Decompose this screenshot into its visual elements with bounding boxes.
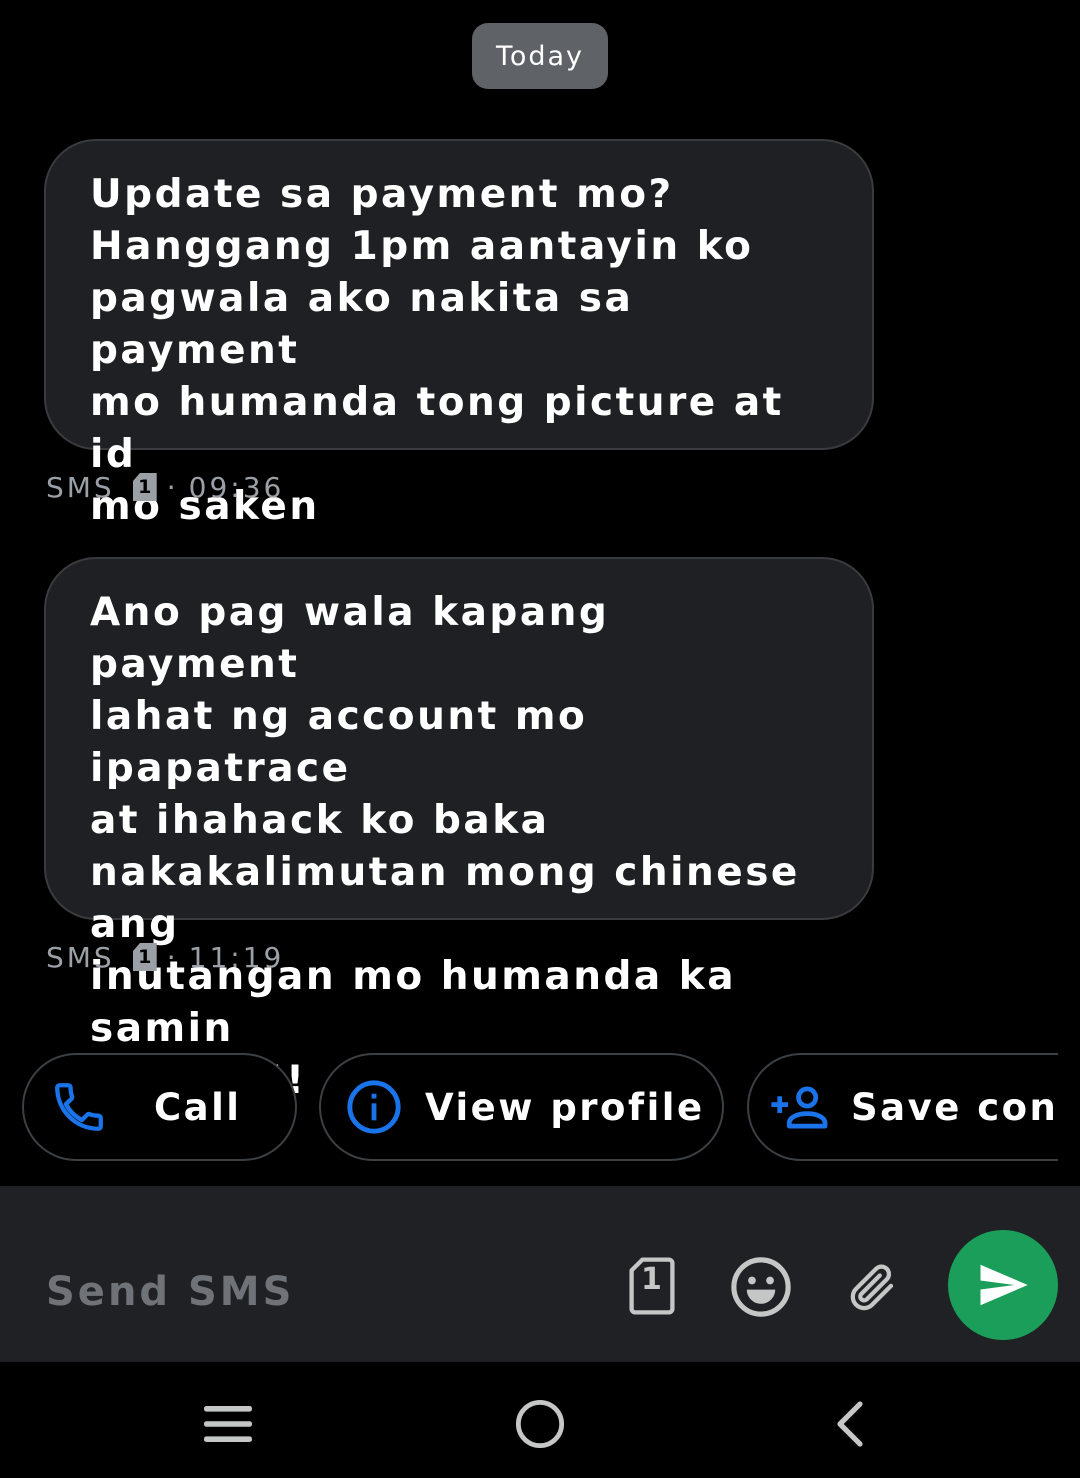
date-divider: Today: [472, 23, 608, 89]
message-bubble[interactable]: Ano pag wala kapang payment lahat ng acc…: [44, 557, 874, 1103]
sim-select-button[interactable]: 1: [622, 1254, 682, 1318]
message-time: 11:19: [188, 940, 285, 974]
message-meta: SMS 1 · 11:19: [46, 937, 284, 977]
emoji-button[interactable]: [728, 1254, 794, 1320]
message-bubble[interactable]: Update sa payment mo? Hanggang 1pm aanta…: [44, 139, 874, 529]
message-type: SMS: [46, 940, 115, 974]
view-profile-button[interactable]: View profile: [319, 1053, 724, 1161]
sim-card-icon: 1: [132, 943, 157, 971]
system-navigation-bar: [0, 1362, 1080, 1478]
save-contact-button[interactable]: Save contact: [747, 1053, 1058, 1161]
suggestion-chips: Call View profile Save contact: [0, 1053, 1058, 1165]
sim-number: 1: [641, 1262, 662, 1297]
back-icon: [837, 1401, 863, 1447]
recents-button[interactable]: [196, 1392, 260, 1456]
message-time: 09:36: [188, 470, 285, 504]
send-icon: [980, 1264, 1028, 1306]
view-profile-label: View profile: [425, 1085, 705, 1129]
call-button[interactable]: Call: [22, 1053, 297, 1161]
back-button[interactable]: [818, 1392, 882, 1456]
meta-separator: ·: [166, 940, 179, 974]
add-person-icon: [771, 1086, 828, 1129]
attach-button[interactable]: [842, 1254, 904, 1320]
send-button[interactable]: [948, 1230, 1058, 1340]
emoji-icon: [731, 1257, 791, 1317]
recents-icon: [204, 1406, 252, 1442]
home-button[interactable]: [508, 1392, 572, 1456]
home-icon: [515, 1399, 565, 1449]
sms-input[interactable]: [46, 1264, 586, 1320]
call-label: Call: [154, 1085, 242, 1129]
message-meta: SMS 1 · 09:36: [46, 467, 284, 507]
phone-icon: [55, 1083, 103, 1131]
message-type: SMS: [46, 470, 115, 504]
save-contact-label: Save contact: [851, 1085, 1058, 1129]
sim-card-icon: 1: [132, 473, 157, 501]
paperclip-icon: [850, 1264, 894, 1311]
info-icon: [347, 1080, 401, 1134]
meta-separator: ·: [166, 470, 179, 504]
compose-bar: 1: [0, 1186, 1080, 1362]
